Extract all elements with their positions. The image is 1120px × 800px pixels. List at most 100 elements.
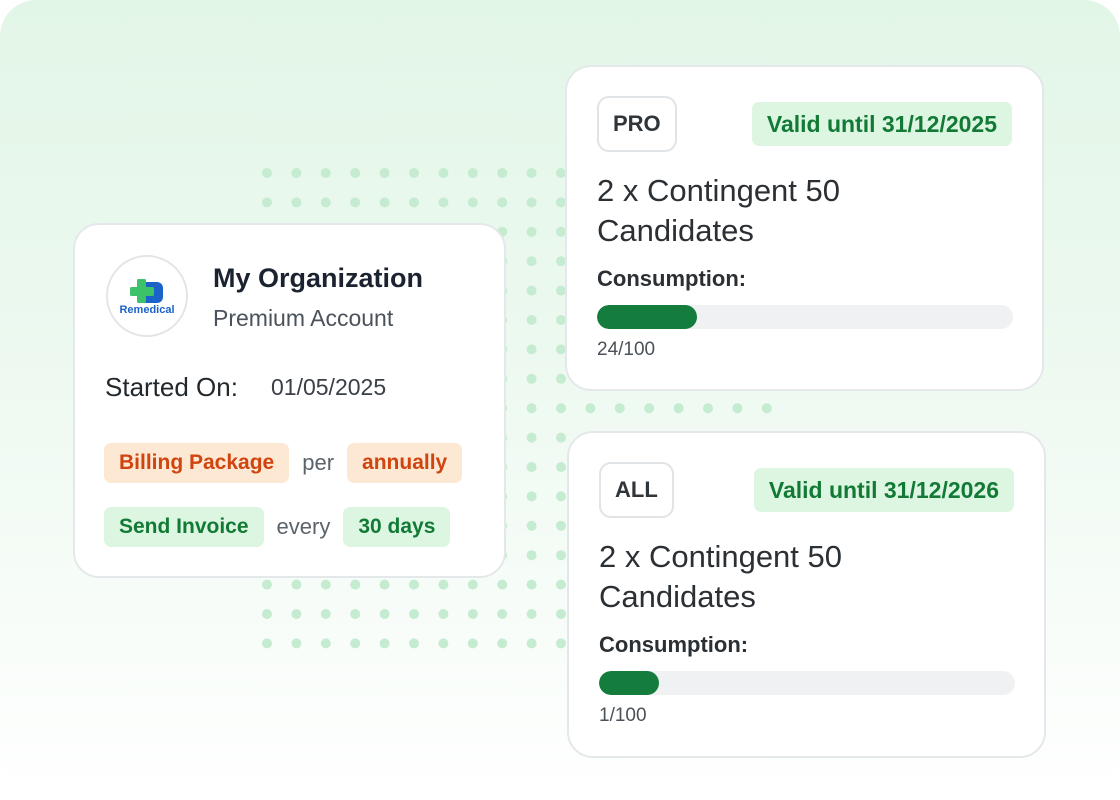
decorative-dot bbox=[467, 638, 478, 649]
decorative-dot bbox=[526, 638, 537, 649]
decorative-dot bbox=[379, 579, 390, 590]
decorative-dot bbox=[438, 197, 449, 208]
decorative-dot bbox=[409, 609, 419, 619]
tier-badge: PRO bbox=[597, 96, 677, 152]
decorative-dot bbox=[497, 197, 508, 208]
consumption-progress-bar bbox=[599, 671, 1015, 695]
medical-cross-logo-icon bbox=[130, 279, 163, 303]
consumption-count: 24/100 bbox=[597, 339, 656, 360]
decorative-dot bbox=[438, 638, 449, 649]
decorative-dot bbox=[526, 550, 537, 561]
decorative-dot bbox=[526, 579, 537, 590]
decorative-dot bbox=[526, 491, 537, 502]
decorative-dot bbox=[497, 579, 508, 590]
consumption-progress-bar bbox=[597, 305, 1013, 329]
decorative-dot bbox=[614, 403, 625, 414]
decorative-dot bbox=[497, 638, 508, 649]
organization-card: Remedical My Organization Premium Accoun… bbox=[73, 223, 506, 578]
decorative-dot bbox=[732, 403, 743, 414]
decorative-dot bbox=[291, 638, 302, 649]
decorative-dot bbox=[350, 638, 361, 649]
decorative-dot bbox=[409, 168, 419, 178]
decorative-dot bbox=[262, 197, 272, 208]
decorative-dot bbox=[467, 609, 478, 619]
subscription-title: 2 x Contingent 50 Candidates bbox=[597, 173, 841, 248]
decorative-dot bbox=[556, 403, 566, 414]
started-on-value: 01/05/2025 bbox=[271, 374, 387, 400]
decorative-dot bbox=[526, 344, 537, 355]
subscription-card-all: ALL Valid until 31/12/2026 2 x Contingen… bbox=[567, 431, 1046, 758]
decorative-dot bbox=[556, 579, 566, 590]
decorative-dot bbox=[262, 638, 272, 649]
decorative-dot bbox=[409, 638, 419, 649]
decorative-dot bbox=[556, 638, 566, 649]
decorative-dot bbox=[350, 579, 361, 590]
decorative-dot bbox=[379, 609, 390, 619]
decorative-dot bbox=[379, 168, 390, 178]
decorative-dot bbox=[291, 609, 302, 619]
send-invoice-badge: Send Invoice bbox=[104, 507, 264, 547]
decorative-dot bbox=[291, 197, 302, 208]
decorative-dot bbox=[409, 197, 419, 208]
decorative-dot bbox=[526, 315, 537, 325]
organization-name: My Organization bbox=[213, 263, 424, 293]
decorative-dot bbox=[526, 373, 537, 384]
decorative-dot bbox=[526, 432, 537, 443]
decorative-dot bbox=[262, 609, 272, 619]
tier-badge: ALL bbox=[599, 462, 674, 518]
decorative-dot bbox=[497, 609, 508, 619]
consumption-label: Consumption: bbox=[597, 266, 747, 291]
decorative-dot bbox=[379, 197, 390, 208]
validity-badge: Valid until 31/12/2025 bbox=[751, 102, 1012, 146]
subscription-card-pro: PRO Valid until 31/12/2025 2 x Contingen… bbox=[565, 65, 1044, 391]
decorative-dot bbox=[556, 491, 566, 502]
decorative-dot bbox=[556, 373, 566, 384]
decorative-dot bbox=[350, 168, 361, 178]
decorative-dot bbox=[262, 579, 272, 590]
decorative-dot bbox=[526, 285, 537, 296]
billing-period-badge: annually bbox=[347, 443, 463, 483]
decorative-dot bbox=[467, 579, 478, 590]
decorative-dot bbox=[409, 579, 419, 590]
organization-logo: Remedical bbox=[106, 255, 188, 337]
decorative-dot bbox=[350, 197, 361, 208]
decorative-dot bbox=[526, 609, 537, 619]
subscription-title: 2 x Contingent 50 Candidates bbox=[599, 539, 843, 614]
billing-package-badge: Billing Package bbox=[104, 443, 290, 483]
decorative-dot bbox=[526, 403, 537, 414]
validity-badge: Valid until 31/12/2026 bbox=[753, 468, 1014, 512]
decorative-dot bbox=[526, 197, 537, 208]
decorative-dot bbox=[644, 403, 655, 414]
consumption-progress-fill bbox=[597, 305, 697, 329]
decorative-dot bbox=[585, 403, 596, 414]
decorative-dot bbox=[556, 609, 566, 619]
billing-joiner: per bbox=[302, 450, 335, 475]
decorative-dot bbox=[467, 168, 478, 178]
consumption-count: 1/100 bbox=[599, 705, 647, 726]
decorative-dot bbox=[761, 403, 772, 414]
decorative-dot bbox=[526, 256, 537, 267]
consumption-label: Consumption: bbox=[599, 632, 749, 657]
decorative-dot bbox=[556, 550, 566, 561]
decorative-dot bbox=[438, 579, 449, 590]
decorative-dot bbox=[291, 168, 302, 178]
started-on-label: Started On: bbox=[105, 372, 238, 402]
decorative-dot bbox=[556, 432, 566, 443]
logo-wordmark: Remedical bbox=[119, 304, 175, 316]
decorative-dot bbox=[320, 579, 331, 590]
decorative-dot bbox=[350, 609, 361, 619]
decorative-dot bbox=[379, 638, 390, 649]
decorative-dot bbox=[673, 403, 684, 414]
decorative-dot bbox=[320, 168, 331, 178]
account-type: Premium Account bbox=[213, 305, 394, 331]
decorative-dot bbox=[556, 520, 566, 531]
invoice-row: Send Invoice every 30 days bbox=[104, 507, 451, 547]
decorative-dot bbox=[703, 403, 713, 414]
consumption-progress-fill bbox=[599, 671, 659, 695]
decorative-dot bbox=[262, 168, 272, 178]
invoice-joiner: every bbox=[276, 514, 331, 539]
decorative-dot bbox=[526, 168, 537, 178]
decorative-dot bbox=[526, 462, 537, 472]
decorative-dot bbox=[438, 168, 449, 178]
decorative-dot bbox=[291, 579, 302, 590]
